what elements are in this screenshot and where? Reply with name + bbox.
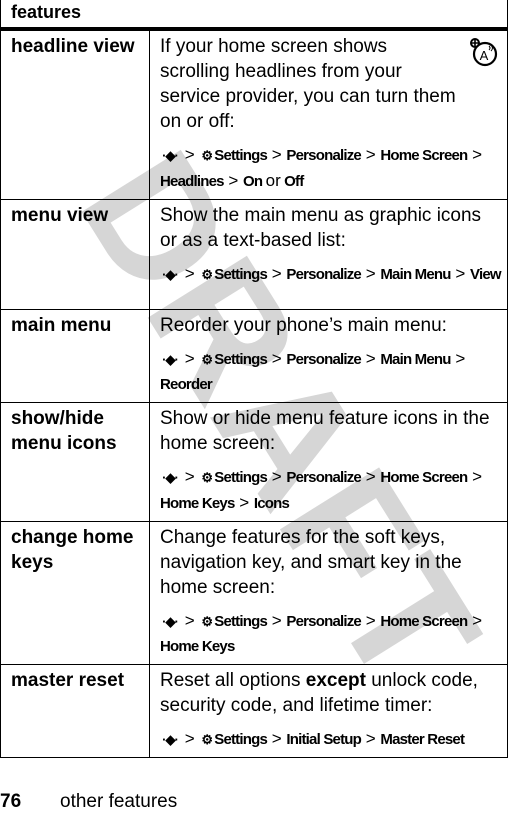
nav-key-icon: ·◆· <box>162 470 179 485</box>
table-row: main menu Reorder your phone’s main menu:… <box>0 309 508 403</box>
path-item: Personalize <box>286 266 361 283</box>
path-item: Home Keys <box>160 638 235 655</box>
path-item: Home Screen <box>380 147 468 164</box>
settings-icon: ⚙ <box>201 352 213 367</box>
settings-icon: ⚙ <box>201 148 213 163</box>
table-row: menu view Show the main menu as graphic i… <box>0 199 508 310</box>
table-row: master reset Reset all options except unl… <box>0 664 508 758</box>
path-item: Personalize <box>286 469 361 486</box>
feature-description: Reorder your phone’s main menu: ·◆· > ⚙ Se… <box>149 309 508 403</box>
feature-description: Change features for the soft keys, navig… <box>149 521 508 665</box>
desc-text: Reorder your phone’s main menu: <box>160 315 447 336</box>
settings-icon: ⚙ <box>201 732 213 747</box>
path-item: Home Screen <box>380 613 468 630</box>
nav-key-icon: ·◆· <box>162 732 179 747</box>
path-item: Personalize <box>286 351 361 368</box>
network-feature-icon: A <box>470 38 498 67</box>
desc-text: Show or hide menu feature icons in the h… <box>160 408 490 454</box>
feature-term: main menu <box>0 309 150 403</box>
path-item: Main Menu <box>380 351 451 368</box>
settings-icon: ⚙ <box>201 614 213 629</box>
menu-path: ·◆· > ⚙ Settings > Personalize > Main Men… <box>160 349 466 393</box>
features-table: features headline view A If your home scre… <box>0 0 508 758</box>
settings-icon: ⚙ <box>201 267 213 282</box>
page-number: 76 <box>0 791 22 812</box>
path-item: Settings <box>214 731 268 748</box>
path-item: Settings <box>214 469 268 486</box>
feature-term: show/hide menu icons <box>0 402 150 522</box>
path-item: Settings <box>214 147 268 164</box>
settings-icon: ⚙ <box>201 470 213 485</box>
menu-path: ·◆· > ⚙ Settings > Personalize > Home Scr… <box>160 611 483 655</box>
path-item: Initial Setup <box>286 731 361 748</box>
feature-description: Show or hide menu feature icons in the h… <box>149 402 508 522</box>
nav-key-icon: ·◆· <box>162 614 179 629</box>
path-item: Personalize <box>286 147 361 164</box>
path-item: On <box>243 173 263 190</box>
table-row: show/hide menu icons Show or hide menu fe… <box>0 402 508 522</box>
path-item: Master Reset <box>380 731 465 748</box>
nav-key-icon: ·◆· <box>162 267 179 282</box>
path-item: Home Keys <box>160 495 235 512</box>
nav-key-icon: ·◆· <box>162 352 179 367</box>
menu-path: ·◆· > ⚙ Settings > Personalize > Home Scr… <box>160 467 483 512</box>
menu-path: ·◆· > ⚙ Settings > Personalize > Home Scr… <box>160 145 483 190</box>
feature-term: headline view <box>0 28 150 200</box>
table-row: change home keys Change features for the … <box>0 521 508 665</box>
desc-text: Reset all options <box>160 670 306 691</box>
path-item: Home Screen <box>380 469 468 486</box>
manual-page: DRAFT features headline view A If your hom… <box>0 0 508 815</box>
menu-path: ·◆· > ⚙ Settings > Personalize > Main Men… <box>160 261 501 287</box>
desc-text: Show the main menu as graphic icons or a… <box>160 205 482 251</box>
feature-description: Reset all options except unlock code, se… <box>149 664 508 758</box>
menu-path: ·◆· > ⚙ Settings > Initial Setup > Master… <box>160 726 501 752</box>
path-item: View <box>470 266 502 283</box>
path-item: Personalize <box>286 613 361 630</box>
path-item: Main Menu <box>380 266 451 283</box>
table-row: headline view A If your home screen shows … <box>0 28 508 200</box>
feature-description: Show the main menu as graphic icons or a… <box>149 199 508 310</box>
path-or: or <box>265 171 281 190</box>
feature-term: master reset <box>0 664 150 758</box>
feature-term: change home keys <box>0 521 150 665</box>
feature-term: menu view <box>0 199 150 310</box>
path-item: Reorder <box>160 376 213 393</box>
path-item: Settings <box>214 266 268 283</box>
desc-text: Change features for the soft keys, navig… <box>160 527 462 598</box>
footer-title: other features <box>60 791 178 812</box>
path-item: Icons <box>253 495 290 512</box>
nav-key-icon: ·◆· <box>162 148 179 163</box>
path-item: Headlines <box>160 173 224 190</box>
desc-emphasis: except <box>305 670 366 691</box>
page-footer: 76 other features <box>0 792 508 812</box>
path-item: Off <box>284 173 304 190</box>
path-item: Settings <box>214 351 268 368</box>
svg-text:A: A <box>480 48 489 63</box>
path-item: Settings <box>214 613 268 630</box>
feature-description: A If your home screen shows scrolling hea… <box>149 28 508 200</box>
desc-text: If your home screen shows scrolling head… <box>160 36 456 132</box>
table-header: features <box>0 0 508 31</box>
